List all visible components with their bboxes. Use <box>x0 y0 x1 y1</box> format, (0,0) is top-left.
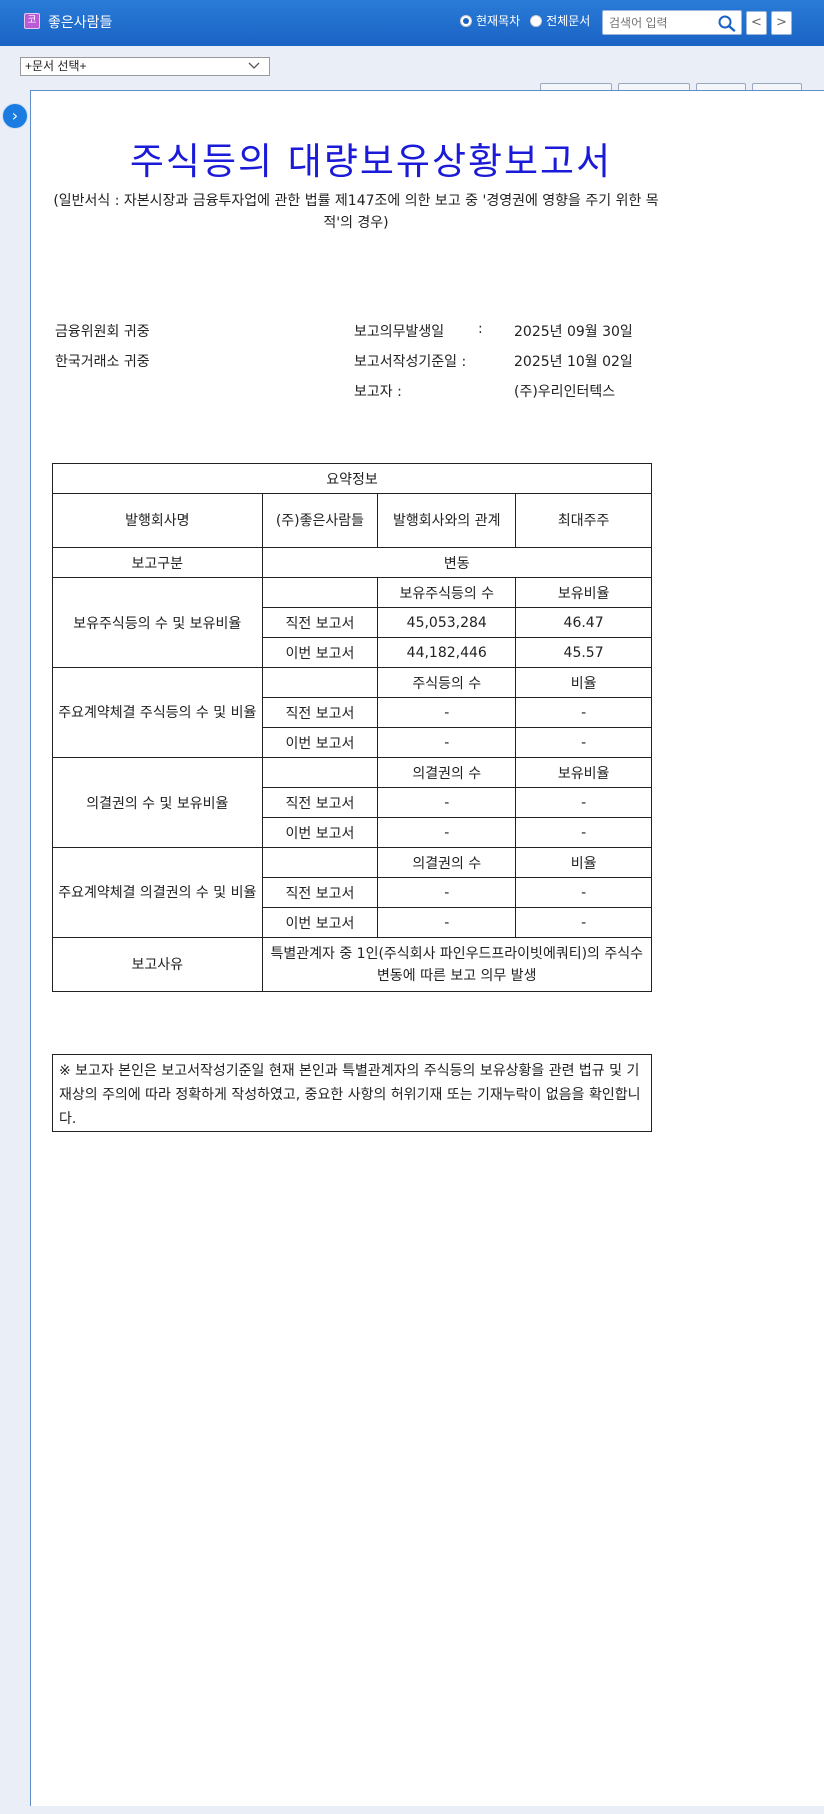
prev-result-button[interactable]: < <box>746 11 767 35</box>
logo-icon: 코 <box>24 13 40 29</box>
holdings-curr-ratio: 45.57 <box>515 637 652 668</box>
document-select[interactable]: +문서 선택+ <box>20 57 270 76</box>
obligation-date: 2025년 09월 30일 <box>514 324 633 340</box>
voting-col2-header: 보유비율 <box>515 757 652 788</box>
recipient-fsc: 금융위원회 귀중 <box>55 324 150 340</box>
contract-voting-prev-count: - <box>377 877 517 908</box>
recipient-krx: 한국거래소 귀중 <box>55 354 150 370</box>
chevron-left-icon: < <box>751 15 762 30</box>
table-row: 보유주식등의 수 및 보유비율 보유주식등의 수 보유비율 <box>52 577 652 668</box>
contract-voting-curr-count: - <box>377 907 517 938</box>
table-row: 보고구분 변동 <box>52 547 653 578</box>
voting-prev-count: - <box>377 787 517 818</box>
holdings-prev-count: 45,053,284 <box>377 607 517 638</box>
radio-whole-document[interactable] <box>530 14 543 27</box>
summary-header: 요약정보 <box>52 463 652 494</box>
base-date-label: 보고서작성기준일 : <box>354 354 467 370</box>
contract-voting-col1-header: 의결권의 수 <box>377 847 517 878</box>
document-viewer: 주식등의 대량보유상황보고서 (일반서식 : 자본시장과 금융투자업에 관한 법… <box>30 90 824 1806</box>
contract-shares-prev-ratio: - <box>515 697 652 728</box>
contract-voting-prev-label: 직전 보고서 <box>261 877 379 908</box>
table-cell-empty <box>261 577 379 608</box>
next-result-button[interactable]: > <box>771 11 792 35</box>
radio-current-toc[interactable] <box>460 14 472 27</box>
company-name: 좋은사람들 <box>48 14 113 30</box>
holdings-curr-count: 44,182,446 <box>377 637 517 668</box>
issuer-label: 발행회사명 <box>52 493 263 548</box>
voting-prev-ratio: - <box>515 787 652 818</box>
voting-curr-ratio: - <box>515 817 652 848</box>
reporter-name: (주)우리인터텍스 <box>514 384 616 400</box>
voting-curr-count: - <box>377 817 517 848</box>
contract-shares-curr-label: 이번 보고서 <box>261 727 379 758</box>
base-date: 2025년 10월 02일 <box>514 354 633 370</box>
voting-label: 의결권의 수 및 보유비율 <box>52 757 263 848</box>
table-row: 요약정보 <box>52 463 652 494</box>
table-cell-empty <box>261 757 379 788</box>
radio-current-toc-label[interactable]: 현재목차 <box>476 12 520 29</box>
table-row: 주요계약체결 의결권의 수 및 비율 의결권의 수 비율 <box>52 847 652 938</box>
voting-curr-label: 이번 보고서 <box>261 817 379 848</box>
sidebar-toggle-button[interactable]: › <box>2 103 28 129</box>
reason-value: 특별관계자 중 1인(주식회사 파인우드프라이빗에쿼티)의 주식수 변동에 따른… <box>261 937 653 992</box>
holdings-label: 보유주식등의 수 및 보유비율 <box>52 577 263 668</box>
voting-col1-header: 의결권의 수 <box>377 757 517 788</box>
obligation-date-separator: : <box>478 321 483 337</box>
contract-voting-curr-label: 이번 보고서 <box>261 907 379 938</box>
holdings-prev-label: 직전 보고서 <box>261 607 379 638</box>
table-row: 보고사유 특별관계자 중 1인(주식회사 파인우드프라이빗에쿼티)의 주식수 변… <box>52 937 653 992</box>
search-box <box>602 10 742 35</box>
contract-voting-curr-ratio: - <box>515 907 652 938</box>
contract-shares-curr-count: - <box>377 727 517 758</box>
contract-voting-prev-ratio: - <box>515 877 652 908</box>
report-type-label: 보고구분 <box>52 547 263 578</box>
search-icon[interactable] <box>717 14 737 32</box>
holdings-col2-header: 보유비율 <box>515 577 652 608</box>
obligation-date-label: 보고의무발생일 <box>354 324 445 340</box>
chevron-down-icon <box>248 62 260 69</box>
radio-whole-document-label[interactable]: 전체문서 <box>546 12 590 29</box>
contract-shares-curr-ratio: - <box>515 727 652 758</box>
document-subtitle: (일반서식 : 자본시장과 금융투자업에 관한 법률 제147조에 의한 보고 … <box>53 193 659 231</box>
contract-shares-prev-label: 직전 보고서 <box>261 697 379 728</box>
contract-voting-label: 주요계약체결 의결권의 수 및 비율 <box>52 847 263 938</box>
contract-shares-col1-header: 주식등의 수 <box>377 667 517 698</box>
table-cell-empty <box>261 847 379 878</box>
report-type-value: 변동 <box>261 547 653 578</box>
search-input[interactable] <box>609 14 713 32</box>
reporter-label: 보고자 : <box>354 384 402 400</box>
voting-prev-label: 직전 보고서 <box>261 787 379 818</box>
document-select-value: +문서 선택+ <box>25 59 87 73</box>
reason-label: 보고사유 <box>52 937 263 992</box>
top-header-bar: 코 좋은사람들 현재목차 전체문서 < > <box>0 0 824 46</box>
contract-voting-col2-header: 비율 <box>515 847 652 878</box>
chevron-right-icon: > <box>776 15 787 30</box>
contract-shares-prev-count: - <box>377 697 517 728</box>
holdings-curr-label: 이번 보고서 <box>261 637 379 668</box>
issuer-name: (주)좋은사람들 <box>261 493 379 548</box>
table-cell-empty <box>261 667 379 698</box>
relation-label: 발행회사와의 관계 <box>377 493 517 548</box>
table-row: 주요계약체결 주식등의 수 및 비율 주식등의 수 비율 <box>52 667 652 758</box>
table-row: 발행회사명 (주)좋은사람들 발행회사와의 관계 최대주주 <box>52 493 652 548</box>
holdings-col1-header: 보유주식등의 수 <box>377 577 517 608</box>
document-title: 주식등의 대량보유상황보고서 <box>129 140 613 183</box>
table-row: 의결권의 수 및 보유비율 의결권의 수 보유비율 <box>52 757 652 848</box>
contract-shares-col2-header: 비율 <box>515 667 652 698</box>
chevron-right-icon: › <box>11 106 19 125</box>
relation-value: 최대주주 <box>515 493 652 548</box>
holdings-prev-ratio: 46.47 <box>515 607 652 638</box>
confirmation-notice: ※ 보고자 본인은 보고서작성기준일 현재 본인과 특별관계자의 주식등의 보유… <box>52 1054 652 1132</box>
scope-radio-group: 현재목차 전체문서 <box>460 12 596 29</box>
contract-shares-label: 주요계약체결 주식등의 수 및 비율 <box>52 667 263 758</box>
summary-table: 요약정보 발행회사명 (주)좋은사람들 발행회사와의 관계 최대주주 보고구분 … <box>52 463 653 992</box>
